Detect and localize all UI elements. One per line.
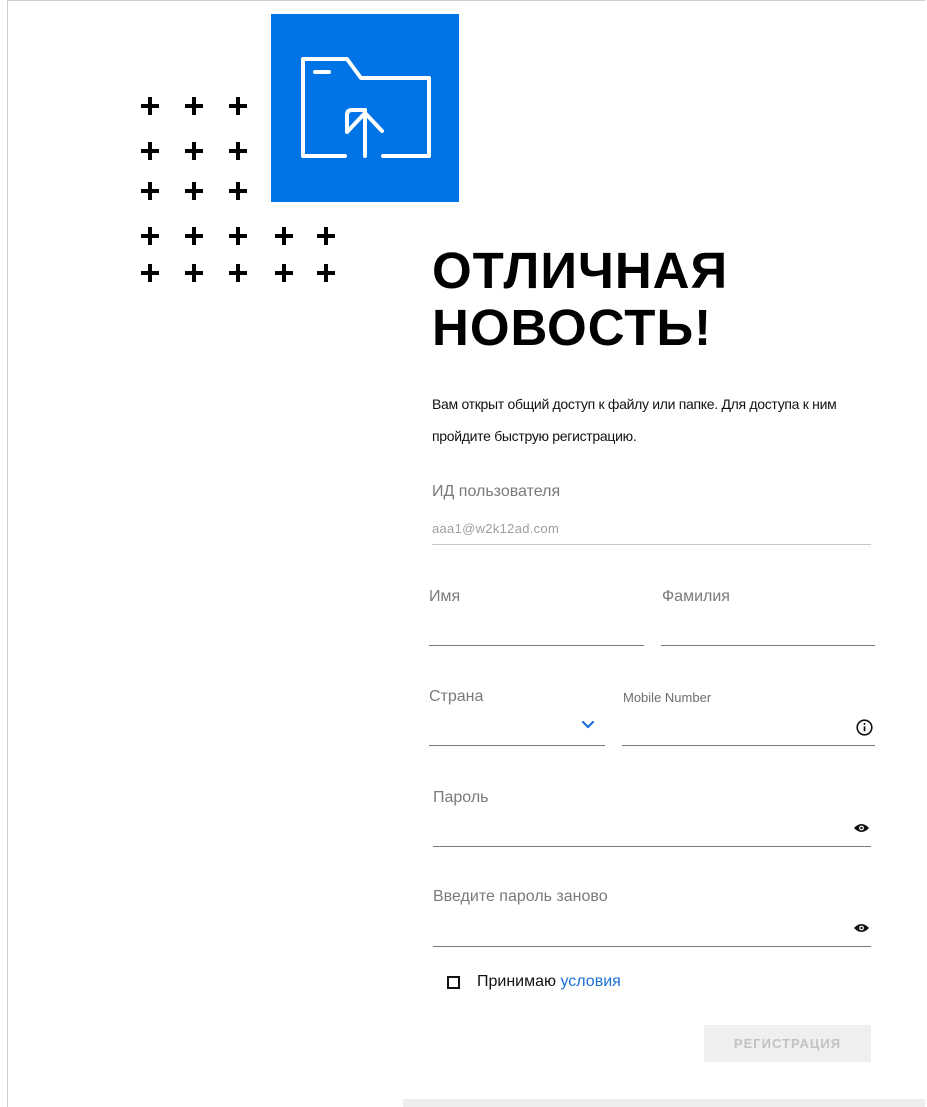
plus-icon bbox=[185, 264, 203, 282]
plus-icon bbox=[185, 142, 203, 160]
country-select[interactable] bbox=[429, 745, 605, 746]
plus-icon bbox=[141, 97, 159, 115]
plus-icon bbox=[229, 264, 247, 282]
last-name-label: Фамилия bbox=[662, 588, 730, 605]
mobile-number-field[interactable] bbox=[622, 745, 875, 746]
first-name-label: Имя bbox=[429, 588, 461, 605]
plus-icon bbox=[275, 227, 293, 245]
plus-icon bbox=[185, 97, 203, 115]
plus-icon bbox=[275, 264, 293, 282]
password-repeat-label: Введите пароль заново bbox=[433, 888, 608, 905]
info-icon[interactable] bbox=[856, 719, 873, 736]
user-id-label: ИД пользователя bbox=[432, 483, 561, 500]
user-id-value: aaa1@w2k12ad.com bbox=[432, 521, 560, 536]
register-button[interactable]: РЕГИСТРАЦИЯ bbox=[704, 1025, 871, 1062]
page-title: ОТЛИЧНАЯ НОВОСТЬ! bbox=[432, 242, 852, 356]
last-name-field[interactable] bbox=[661, 645, 875, 646]
folder-upload-icon bbox=[301, 57, 431, 158]
terms-link[interactable]: условия bbox=[560, 973, 620, 990]
first-name-field[interactable] bbox=[429, 645, 644, 646]
mobile-number-label: Mobile Number bbox=[623, 690, 712, 705]
plus-icon bbox=[229, 97, 247, 115]
eye-icon[interactable] bbox=[853, 922, 870, 934]
plus-icon bbox=[229, 142, 247, 160]
page-title-line-2: НОВОСТЬ! bbox=[432, 299, 713, 356]
password-repeat-field[interactable] bbox=[433, 946, 871, 947]
password-field[interactable] bbox=[433, 846, 871, 847]
card-bottom-edge bbox=[403, 1099, 925, 1107]
plus-icon bbox=[229, 227, 247, 245]
plus-icon bbox=[229, 182, 247, 200]
user-id-underline bbox=[432, 544, 871, 545]
terms-label: Принимаю условия bbox=[477, 973, 621, 991]
password-label: Пароль bbox=[433, 789, 489, 806]
plus-icon bbox=[185, 227, 203, 245]
plus-icon bbox=[317, 227, 335, 245]
plus-icon bbox=[141, 264, 159, 282]
terms-text: Принимаю bbox=[477, 973, 557, 990]
plus-icon bbox=[317, 264, 335, 282]
terms-checkbox[interactable] bbox=[447, 976, 460, 989]
folder-upload-tile bbox=[271, 14, 459, 202]
plus-icon bbox=[141, 227, 159, 245]
page-title-line-1: ОТЛИЧНАЯ bbox=[432, 242, 729, 299]
intro-text: Вам открыт общий доступ к файлу или папк… bbox=[432, 396, 837, 444]
plus-icon bbox=[141, 182, 159, 200]
plus-icon bbox=[141, 142, 159, 160]
chevron-down-icon[interactable] bbox=[582, 721, 594, 729]
eye-icon[interactable] bbox=[853, 822, 870, 834]
country-label: Страна bbox=[429, 688, 484, 705]
plus-icon bbox=[185, 182, 203, 200]
